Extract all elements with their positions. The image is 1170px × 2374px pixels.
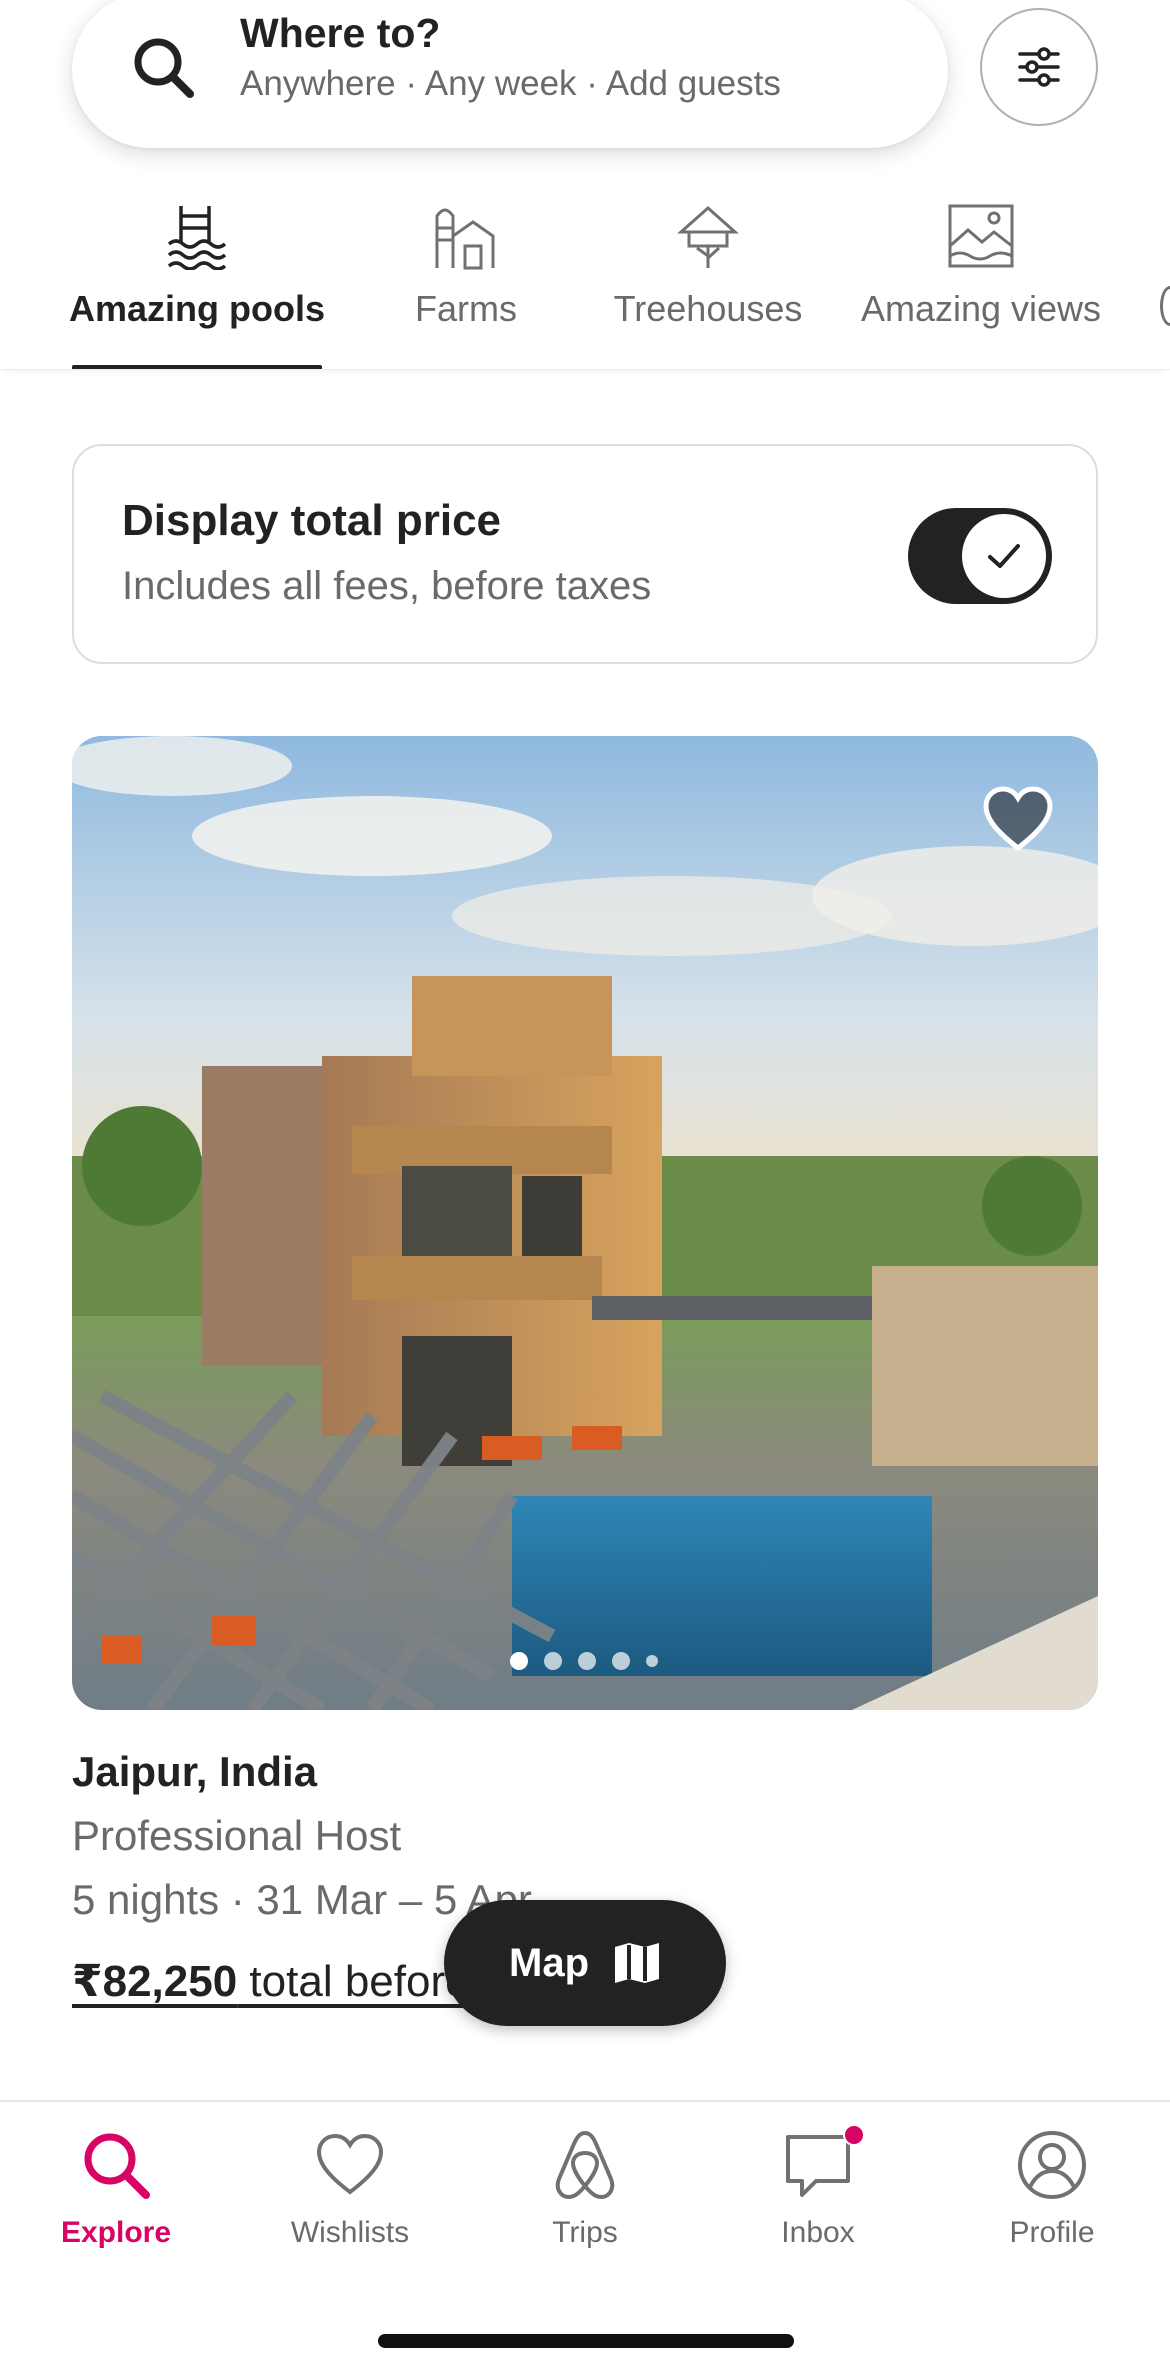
checkmark-icon <box>988 544 1020 568</box>
next-category-peek <box>1160 286 1170 326</box>
pool-icon <box>167 206 227 270</box>
tab-label: Amazing views <box>860 288 1102 329</box>
villa-photo <box>72 736 1098 1710</box>
map-button[interactable]: Map <box>444 1900 726 2026</box>
wishlist-heart-icon[interactable] <box>982 786 1054 852</box>
bottom-navigation: Explore Wishlists Trips Inbox Profile <box>0 2100 1170 2374</box>
nav-trips[interactable]: Trips <box>485 2128 685 2250</box>
profile-icon <box>1018 2131 1086 2199</box>
total-price-subtitle: Includes all fees, before taxes <box>122 564 652 608</box>
pagination-dot <box>612 1652 630 1670</box>
nav-label: Profile <box>1009 2216 1095 2249</box>
notification-badge <box>843 2124 865 2146</box>
airbnb-logo-icon <box>555 2130 615 2200</box>
nav-explore[interactable]: Explore <box>16 2128 216 2250</box>
treehouse-icon <box>677 205 739 268</box>
listing-host: Professional Host <box>72 1812 402 1859</box>
nav-wishlists[interactable]: Wishlists <box>250 2128 450 2250</box>
tab-amazing-views[interactable]: Amazing views <box>856 190 1106 369</box>
nav-label: Inbox <box>781 2216 855 2249</box>
map-icon <box>615 1943 659 1983</box>
search-bar[interactable]: Where to? Anywhere · Any week · Add gues… <box>72 0 948 148</box>
photo-pagination <box>510 1652 658 1670</box>
search-title: Where to? <box>240 10 441 56</box>
total-price-card: Display total price Includes all fees, b… <box>72 444 1098 664</box>
pagination-dot <box>646 1655 658 1667</box>
pagination-dot <box>510 1652 528 1670</box>
search-subtitle: Anywhere · Any week · Add guests <box>240 64 781 103</box>
search-icon <box>84 2133 150 2199</box>
toggle-knob <box>962 514 1046 598</box>
total-price-toggle[interactable] <box>908 508 1052 604</box>
nav-label: Wishlists <box>290 2216 410 2249</box>
listing-location: Jaipur, India <box>72 1748 318 1795</box>
home-indicator <box>378 2334 794 2348</box>
nav-profile[interactable]: Profile <box>952 2128 1152 2250</box>
tab-farms[interactable]: Farms <box>398 190 534 369</box>
filters-button[interactable] <box>980 8 1098 126</box>
tab-label: Amazing pools <box>69 288 326 329</box>
heart-icon <box>316 2133 384 2195</box>
category-tabs: Amazing pools Farms Treehouses Amazing v… <box>0 190 1170 370</box>
tab-amazing-pools[interactable]: Amazing pools <box>69 190 326 369</box>
tab-label: Treehouses <box>613 288 803 329</box>
sliders-icon <box>1018 47 1060 87</box>
farm-icon <box>435 208 495 270</box>
pagination-dot <box>578 1652 596 1670</box>
tab-label: Farms <box>415 288 517 329</box>
map-button-label: Map <box>509 1940 589 1985</box>
total-price-title: Display total price <box>122 496 502 545</box>
nav-label: Trips <box>552 2216 618 2249</box>
view-icon <box>948 204 1014 268</box>
tab-treehouses[interactable]: Treehouses <box>608 190 808 369</box>
nav-label: Explore <box>60 2216 172 2249</box>
pagination-dot <box>544 1652 562 1670</box>
search-icon <box>134 38 194 98</box>
listing-photo[interactable] <box>72 736 1098 1710</box>
nav-inbox[interactable]: Inbox <box>718 2124 918 2250</box>
listing-price: ₹82,250 <box>72 1957 238 2006</box>
message-icon <box>786 2135 850 2197</box>
